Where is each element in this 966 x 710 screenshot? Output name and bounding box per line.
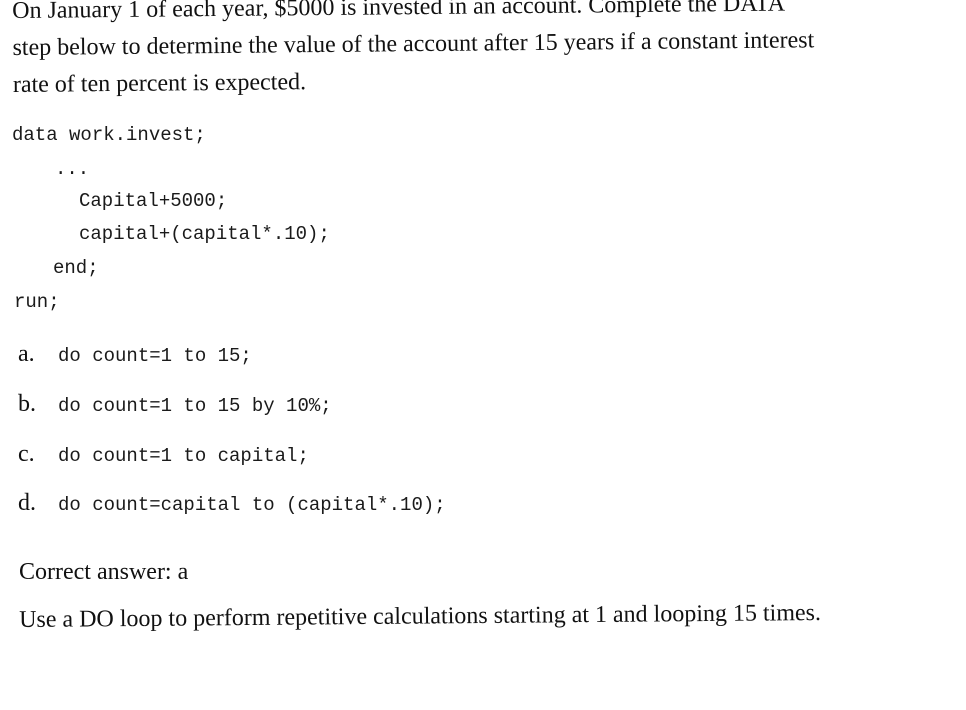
code-line-ellipsis: ... xyxy=(55,158,90,180)
option-code: do count=capital to (capital*.10); xyxy=(58,494,446,516)
answer-explanation: Use a DO loop to perform repetitive calc… xyxy=(19,600,822,633)
option-letter: b. xyxy=(18,391,36,417)
code-line-capital-interest: capital+(capital*.10); xyxy=(79,223,330,245)
option-letter: d. xyxy=(18,490,36,516)
option-code: do count=1 to 15; xyxy=(58,345,252,367)
correct-answer: Correct answer: a xyxy=(19,559,189,585)
code-line-end: end; xyxy=(53,257,99,279)
option-letter: a. xyxy=(18,341,35,367)
code-line-data: data work.invest; xyxy=(12,124,206,146)
option-code: do count=1 to 15 by 10%; xyxy=(58,395,332,417)
option-c: c. do count=1 to capital; xyxy=(18,436,309,467)
option-a: a. do count=1 to 15; xyxy=(18,336,252,367)
option-letter: c. xyxy=(18,441,35,467)
question-text: On January 1 of each year, $5000 is inve… xyxy=(12,0,953,104)
option-d: d. do count=capital to (capital*.10); xyxy=(18,485,446,516)
code-line-run: run; xyxy=(14,291,60,313)
question-line: rate of ten percent is expected. xyxy=(12,69,307,98)
code-line-capital-add: Capital+5000; xyxy=(79,190,228,212)
option-code: do count=1 to capital; xyxy=(58,445,309,467)
option-b: b. do count=1 to 15 by 10%; xyxy=(18,386,332,417)
